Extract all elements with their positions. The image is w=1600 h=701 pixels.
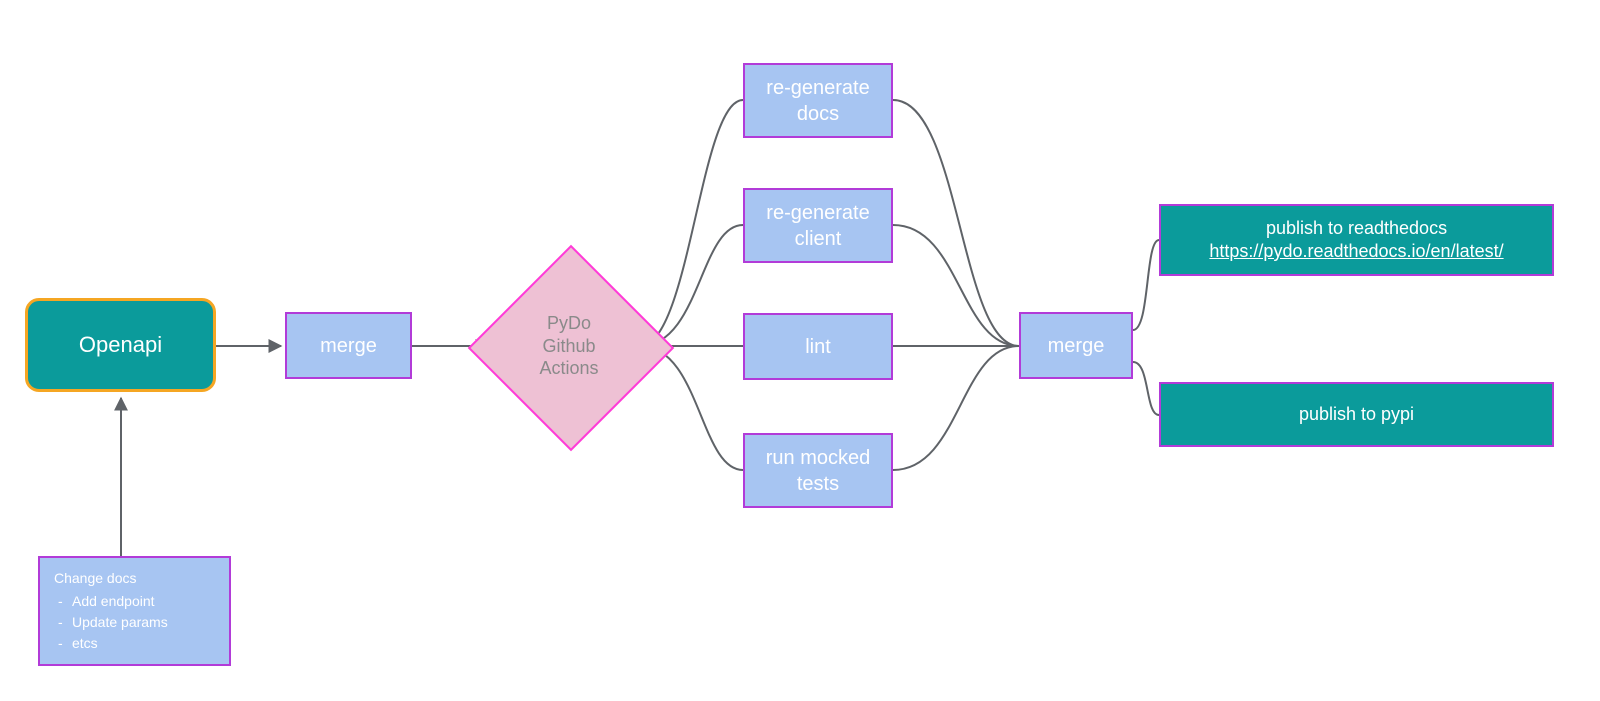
node-run-mocked-tests-label: run mocked tests bbox=[766, 445, 871, 497]
node-publish-pypi: publish to pypi bbox=[1159, 382, 1554, 447]
change-docs-title: Change docs bbox=[54, 568, 137, 589]
edge-merge2-to-pypi bbox=[1133, 362, 1159, 415]
publish-readthedocs-line1: publish to readthedocs bbox=[1266, 217, 1447, 240]
change-docs-item: etcs bbox=[72, 633, 168, 654]
node-merge2-label: merge bbox=[1048, 333, 1105, 359]
node-openapi-label: Openapi bbox=[79, 331, 162, 360]
node-lint-label: lint bbox=[805, 334, 831, 360]
node-regenerate-docs: re-generate docs bbox=[743, 63, 893, 138]
node-run-mocked-tests: run mocked tests bbox=[743, 433, 893, 508]
edge-regenclient-to-merge2 bbox=[893, 225, 1019, 346]
change-docs-list: Add endpoint Update params etcs bbox=[54, 591, 168, 654]
node-lint: lint bbox=[743, 313, 893, 380]
change-docs-item: Update params bbox=[72, 612, 168, 633]
node-change-docs: Change docs Add endpoint Update params e… bbox=[38, 556, 231, 666]
node-decision-label: PyDo Github Actions bbox=[498, 275, 640, 417]
publish-readthedocs-link[interactable]: https://pydo.readthedocs.io/en/latest/ bbox=[1209, 240, 1503, 263]
edge-merge2-to-readthedocs bbox=[1133, 240, 1159, 330]
edge-runmocked-to-merge2 bbox=[893, 346, 1019, 470]
edge-decision-to-regendocs bbox=[640, 100, 743, 346]
edge-decision-to-regenclient bbox=[640, 225, 743, 346]
node-merge1-label: merge bbox=[320, 333, 377, 359]
edge-regendocs-to-merge2 bbox=[893, 100, 1019, 346]
node-regenerate-docs-label: re-generate docs bbox=[766, 75, 869, 127]
node-publish-readthedocs: publish to readthedocs https://pydo.read… bbox=[1159, 204, 1554, 276]
node-decision: PyDo Github Actions bbox=[498, 275, 640, 417]
change-docs-item: Add endpoint bbox=[72, 591, 168, 612]
diagram-canvas: Openapi merge PyDo Github Actions re-gen… bbox=[0, 0, 1600, 701]
node-regenerate-client-label: re-generate client bbox=[766, 200, 869, 252]
publish-pypi-label: publish to pypi bbox=[1299, 403, 1414, 426]
node-openapi: Openapi bbox=[25, 298, 216, 392]
node-merge1: merge bbox=[285, 312, 412, 379]
node-merge2: merge bbox=[1019, 312, 1133, 379]
node-regenerate-client: re-generate client bbox=[743, 188, 893, 263]
